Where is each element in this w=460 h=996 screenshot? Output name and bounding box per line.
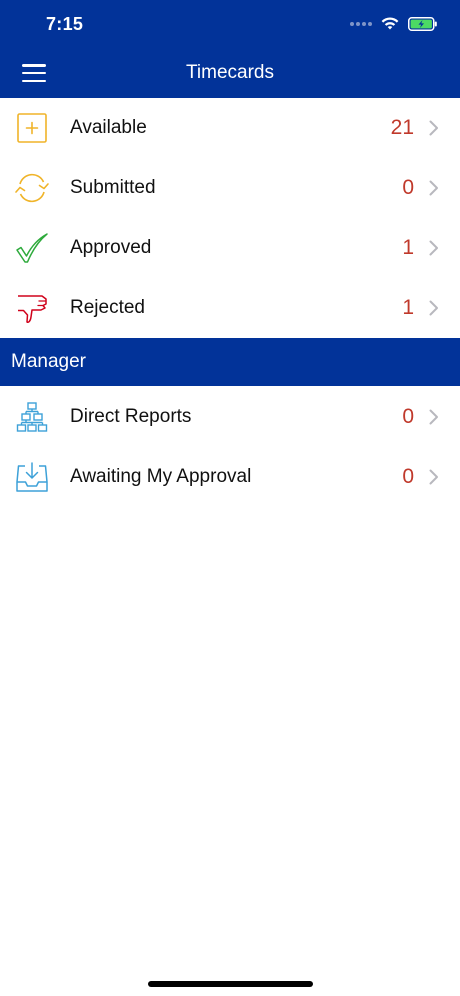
row-label: Rejected bbox=[70, 297, 145, 318]
row-rejected[interactable]: Rejected 1 bbox=[0, 278, 460, 338]
row-awaiting-my-approval[interactable]: Awaiting My Approval 0 bbox=[0, 447, 460, 507]
row-submitted[interactable]: Submitted 0 bbox=[0, 158, 460, 218]
row-approved[interactable]: Approved 1 bbox=[0, 218, 460, 278]
row-count: 0 bbox=[402, 176, 414, 199]
row-count: 1 bbox=[402, 236, 414, 259]
chevron-right-icon bbox=[429, 240, 438, 256]
status-time: 7:15 bbox=[46, 14, 84, 34]
chevron-right-icon bbox=[429, 120, 438, 136]
navigation-bar: 7:15 Timecards bbox=[0, 0, 460, 98]
row-direct-reports[interactable]: Direct Reports 0 bbox=[0, 387, 460, 447]
chevron-right-icon bbox=[429, 300, 438, 316]
battery-icon bbox=[408, 16, 437, 31]
home-indicator[interactable] bbox=[148, 981, 313, 987]
wifi-icon bbox=[381, 17, 399, 30]
chevron-right-icon bbox=[429, 409, 438, 425]
status-indicators bbox=[350, 16, 438, 31]
manager-section-header: Manager bbox=[0, 338, 460, 386]
row-label: Available bbox=[70, 117, 147, 138]
row-label: Direct Reports bbox=[70, 406, 192, 427]
row-count: 1 bbox=[402, 296, 414, 319]
checkmark-icon bbox=[12, 228, 52, 268]
row-count: 21 bbox=[390, 116, 414, 139]
row-count: 0 bbox=[402, 465, 414, 488]
chevron-right-icon bbox=[429, 469, 438, 485]
add-box-icon bbox=[12, 108, 52, 148]
signal-icon bbox=[350, 21, 372, 26]
row-label: Approved bbox=[70, 237, 152, 258]
row-label: Submitted bbox=[70, 177, 156, 198]
row-available[interactable]: Available 21 bbox=[0, 98, 460, 158]
thumbs-down-icon bbox=[12, 288, 52, 328]
refresh-arrows-icon bbox=[12, 168, 52, 208]
row-count: 0 bbox=[402, 405, 414, 428]
timecard-status-list: Available 21 Submitted 0 Approved 1 Reje… bbox=[0, 98, 460, 338]
page-title: Timecards bbox=[186, 62, 274, 83]
row-label: Awaiting My Approval bbox=[70, 466, 252, 487]
manager-list: Direct Reports 0 Awaiting My Approval 0 bbox=[0, 387, 460, 507]
inbox-download-icon bbox=[12, 457, 52, 497]
chevron-right-icon bbox=[429, 180, 438, 196]
org-chart-icon bbox=[12, 397, 52, 437]
